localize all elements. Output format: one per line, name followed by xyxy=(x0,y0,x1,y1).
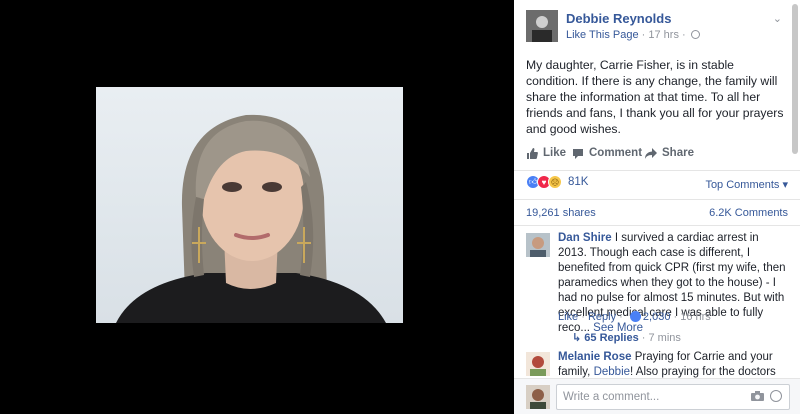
meta-separator: · xyxy=(673,311,678,323)
comment-like-count[interactable]: 2,030 xyxy=(643,311,671,323)
post-meta: Like This Page · 17 hrs · xyxy=(566,29,700,41)
post-time[interactable]: 17 hrs xyxy=(648,29,679,41)
reaction-icons[interactable]: 👍︎ ♥ ☹ xyxy=(526,175,562,189)
user-avatar xyxy=(526,385,550,409)
replies-time: 7 mins xyxy=(648,332,681,344)
meta-separator: · xyxy=(619,311,623,323)
scrollbar[interactable] xyxy=(792,4,798,154)
post-panel: Debbie Reynolds Like This Page · 17 hrs … xyxy=(514,0,800,414)
comment-label: Comment xyxy=(589,147,643,159)
comment-button[interactable]: Comment xyxy=(572,147,642,159)
replies-count: 65 Replies xyxy=(584,332,639,344)
mention-link[interactable]: Debbie xyxy=(594,366,630,378)
meta-separator: · xyxy=(641,29,646,41)
comment-count[interactable]: 6.2K Comments xyxy=(709,207,788,219)
like-page-link[interactable]: Like This Page xyxy=(566,29,639,41)
top-comments-dropdown[interactable]: Top Comments ▾ xyxy=(705,178,788,191)
comment-composer xyxy=(514,378,800,414)
post-actions: Like Comment Share xyxy=(526,145,788,165)
like-button[interactable]: Like xyxy=(526,147,566,159)
like-count-icon xyxy=(629,311,641,322)
like-label: Like xyxy=(543,147,567,159)
chevron-down-icon[interactable]: ⌄ xyxy=(773,12,782,25)
comment-reply-link[interactable]: Reply xyxy=(588,311,616,323)
sad-reaction-icon: ☹ xyxy=(548,175,562,189)
divider xyxy=(514,199,800,200)
comment-meta: Like · Reply · 2,030 · 16 hrs xyxy=(558,311,711,323)
camera-icon[interactable] xyxy=(751,391,764,401)
commenter-avatar[interactable] xyxy=(526,233,550,257)
post-photo[interactable] xyxy=(96,87,403,323)
smiley-icon[interactable] xyxy=(770,390,782,402)
post-text: My daughter, Carrie Fisher, is in stable… xyxy=(526,58,784,136)
share-label: Share xyxy=(662,147,694,159)
page-avatar[interactable] xyxy=(526,10,558,42)
post-header: Debbie Reynolds Like This Page · 17 hrs … xyxy=(526,10,790,46)
share-count[interactable]: 19,261 shares xyxy=(526,207,596,219)
speech-bubble-icon xyxy=(573,148,583,159)
thumbs-up-icon xyxy=(527,147,538,159)
commenter-avatar[interactable] xyxy=(526,352,550,376)
share-button[interactable]: Share xyxy=(645,147,694,159)
divider xyxy=(514,225,800,226)
reaction-count[interactable]: 81K xyxy=(568,176,588,188)
commenter-name[interactable]: Melanie Rose xyxy=(558,351,632,363)
comment-like-link[interactable]: Like xyxy=(558,311,578,323)
divider xyxy=(514,170,800,171)
photo-viewer xyxy=(0,0,514,414)
reactions-bar: 👍︎ ♥ ☹ 81K Top Comments ▾ xyxy=(526,175,788,191)
view-replies-link[interactable]: ↳ 65 Replies · 7 mins xyxy=(572,331,681,344)
reply-arrow-icon: ↳ xyxy=(572,332,582,344)
commenter-name[interactable]: Dan Shire xyxy=(558,232,612,244)
post-counts: 19,261 shares 6.2K Comments xyxy=(526,207,788,219)
meta-separator: · xyxy=(682,29,686,41)
globe-icon xyxy=(690,30,700,39)
meta-separator: · xyxy=(581,311,585,323)
meta-separator: · xyxy=(641,332,646,344)
share-arrow-icon xyxy=(645,147,657,159)
comment-time[interactable]: 16 hrs xyxy=(680,311,711,323)
page-name[interactable]: Debbie Reynolds xyxy=(566,11,671,26)
